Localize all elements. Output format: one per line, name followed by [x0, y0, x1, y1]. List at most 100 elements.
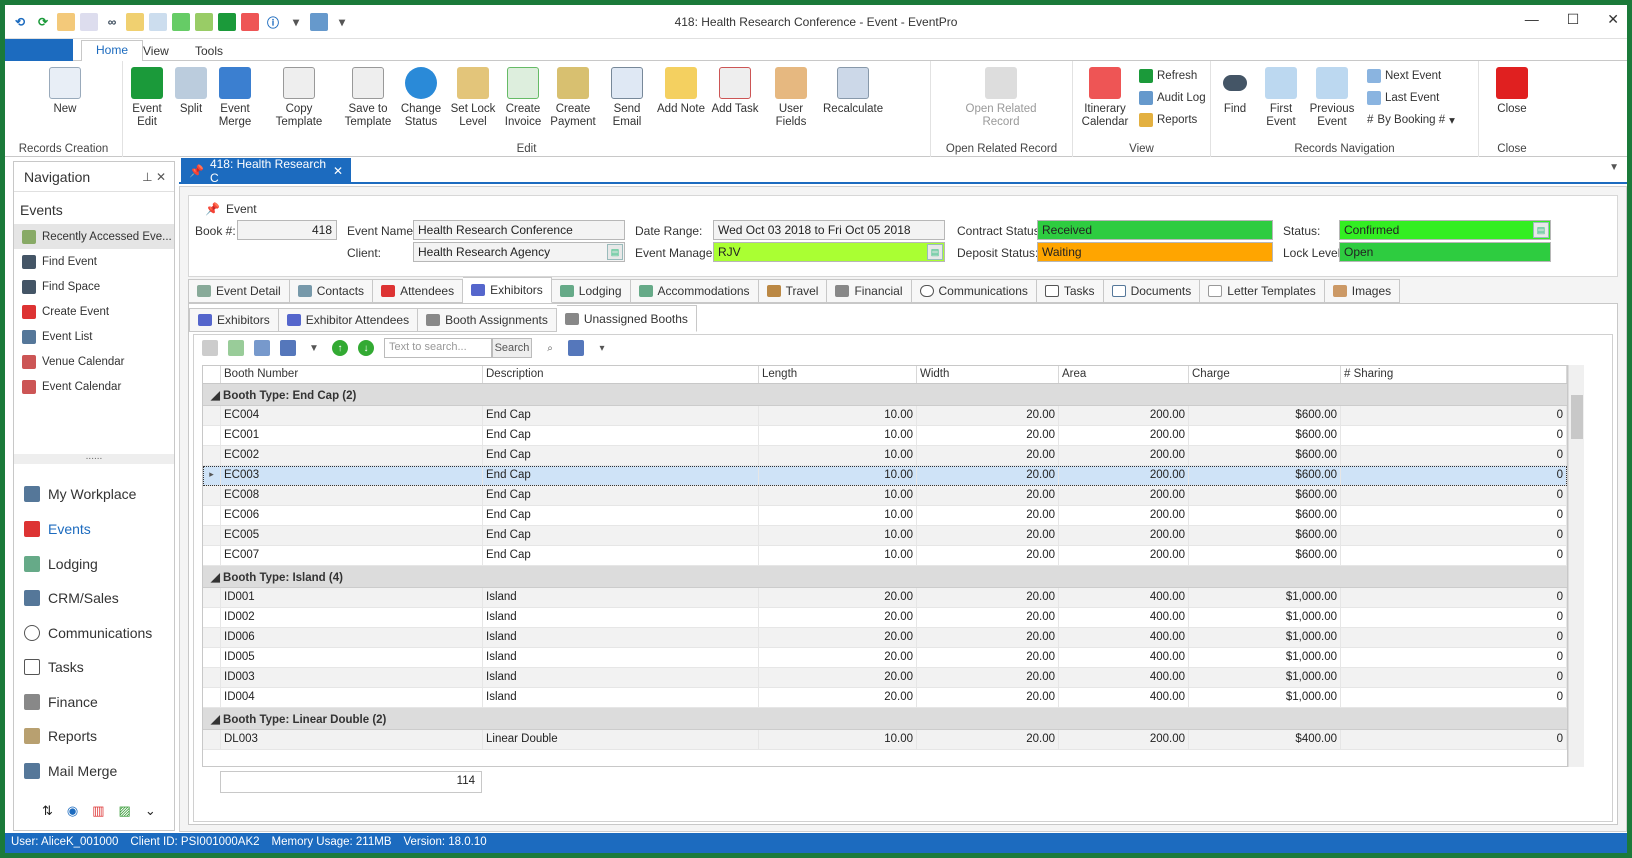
tab-exhibitors[interactable]: Exhibitors [463, 277, 552, 303]
tab-tasks[interactable]: Tasks [1036, 279, 1104, 303]
col-length[interactable]: Length [759, 366, 917, 383]
col-booth-number[interactable]: Booth Number [221, 366, 483, 383]
print-icon[interactable] [568, 340, 584, 356]
table-row[interactable]: ID004 Island 20.00 20.00 400.00 $1,000.00 0 [203, 688, 1567, 708]
columns-icon[interactable] [228, 340, 244, 356]
group-row-end-cap[interactable]: ◢ Booth Type: End Cap (2) [203, 384, 1567, 406]
col-charge[interactable]: Charge [1189, 366, 1341, 383]
status-field[interactable]: Confirmed ▤ [1339, 220, 1551, 240]
nav-item-create-event[interactable]: Create Event [14, 299, 174, 324]
add-task-button[interactable]: Add Task [711, 67, 759, 116]
nav-lodging[interactable]: Lodging [14, 546, 174, 581]
tab-letter-templates[interactable]: Letter Templates [1200, 279, 1325, 303]
table-row[interactable]: EC006 End Cap 10.00 20.00 200.00 $600.00 0 [203, 506, 1567, 526]
by-booking-button[interactable]: # By Booking # ▾ [1367, 113, 1455, 127]
document-tab-event[interactable]: 📌 418: Health Research C ✕ [181, 157, 351, 185]
app-menu-button[interactable] [5, 39, 73, 61]
table-row-selected[interactable]: ▸ EC003 End Cap 10.00 20.00 200.00 $600.00 0 [203, 466, 1567, 486]
audit-log-button[interactable]: Audit Log [1139, 91, 1206, 105]
event-name-field[interactable]: Health Research Conference [413, 220, 625, 240]
tab-documents[interactable]: Documents [1103, 279, 1201, 303]
nav-splitter[interactable]: ...... [14, 452, 174, 464]
filter-icon[interactable]: ▼ [306, 340, 322, 356]
recalculate-button[interactable]: Recalculate [823, 67, 883, 116]
nav-events[interactable]: Events [14, 511, 174, 546]
table-row[interactable]: EC004 End Cap 10.00 20.00 200.00 $600.00 0 [203, 406, 1567, 426]
move-down-icon[interactable]: ↓ [358, 340, 374, 356]
tab-view[interactable]: View [129, 42, 183, 60]
open-related-record-button[interactable]: Open Related Record [951, 67, 1051, 129]
tab-travel[interactable]: Travel [758, 279, 828, 303]
sort-icon[interactable]: ⇅ [42, 803, 53, 819]
export-icon[interactable] [254, 340, 270, 356]
new-button[interactable]: New [43, 67, 87, 116]
find-icon[interactable]: ⌕ [542, 340, 558, 356]
nav-communications[interactable]: Communications [14, 615, 174, 650]
close-window-icon[interactable]: ✕ [1607, 11, 1619, 28]
subtab-booth-assignments[interactable]: Booth Assignments [418, 308, 557, 332]
maximize-icon[interactable]: ☐ [1567, 11, 1580, 28]
first-event-button[interactable]: First Event [1261, 67, 1301, 129]
set-lock-level-button[interactable]: Set Lock Level [449, 67, 497, 129]
tab-accommodations[interactable]: Accommodations [630, 279, 759, 303]
tab-financial[interactable]: Financial [827, 279, 912, 303]
book-number-field[interactable]: 418 [237, 220, 337, 240]
close-tab-icon[interactable]: ✕ [333, 164, 343, 178]
copy-icon[interactable] [280, 340, 296, 356]
event-manager-field[interactable]: RJV ▤ [713, 242, 945, 262]
table-row[interactable]: DL003 Linear Double 10.00 20.00 200.00 $400.0… [203, 730, 1567, 750]
col-description[interactable]: Description [483, 366, 759, 383]
tab-event-detail[interactable]: Event Detail [188, 279, 290, 303]
date-range-field[interactable]: Wed Oct 03 2018 to Fri Oct 05 2018 [713, 220, 945, 240]
group-row-linear-double[interactable]: ◢ Booth Type: Linear Double (2) [203, 708, 1567, 730]
nav-item-find-space[interactable]: Find Space [14, 274, 174, 299]
contract-status-field[interactable]: Received [1037, 220, 1273, 240]
send-email-button[interactable]: Send Email [601, 67, 653, 129]
reports-button[interactable]: Reports [1139, 113, 1197, 127]
globe-icon[interactable]: ◉ [67, 803, 78, 819]
lookup-icon[interactable]: ▤ [927, 244, 943, 260]
search-input[interactable]: Text to search... [384, 338, 492, 358]
table-row[interactable]: EC008 End Cap 10.00 20.00 200.00 $600.00 0 [203, 486, 1567, 506]
nav-item-venue-calendar[interactable]: Venue Calendar [14, 349, 174, 374]
last-event-button[interactable]: Last Event [1367, 91, 1439, 105]
tab-attendees[interactable]: Attendees [373, 279, 464, 303]
table-row[interactable]: EC005 End Cap 10.00 20.00 200.00 $600.00 0 [203, 526, 1567, 546]
next-event-button[interactable]: Next Event [1367, 69, 1441, 83]
event-edit-button[interactable]: Event Edit [129, 67, 165, 129]
close-button[interactable]: Close [1489, 67, 1535, 116]
lookup-icon[interactable]: ▤ [607, 244, 623, 260]
add-note-button[interactable]: Add Note [657, 67, 705, 116]
tab-images[interactable]: Images [1324, 279, 1401, 303]
move-up-icon[interactable]: ↑ [332, 340, 348, 356]
subtab-exhibitors[interactable]: Exhibitors [189, 308, 279, 332]
itinerary-calendar-button[interactable]: Itinerary Calendar [1079, 67, 1131, 129]
nav-item-recently-accessed[interactable]: Recently Accessed Eve... [14, 224, 174, 249]
client-field[interactable]: Health Research Agency ▤ [413, 242, 625, 262]
tab-tools[interactable]: Tools [181, 42, 237, 60]
nav-reports[interactable]: Reports [14, 718, 174, 753]
tab-communications[interactable]: Communications [911, 279, 1037, 303]
chevron-down-icon[interactable]: ⌄ [145, 803, 156, 819]
bar-chart-icon[interactable]: ▥ [92, 803, 104, 819]
nav-crm-sales[interactable]: CRM/Sales [14, 580, 174, 615]
copy-template-button[interactable]: Copy Template [261, 67, 337, 129]
table-row[interactable]: EC001 End Cap 10.00 20.00 200.00 $600.00 0 [203, 426, 1567, 446]
subtab-unassigned-booths[interactable]: Unassigned Booths [556, 305, 697, 332]
table-row[interactable]: ID002 Island 20.00 20.00 400.00 $1,000.00 0 [203, 608, 1567, 628]
create-payment-button[interactable]: Create Payment [549, 67, 597, 129]
col-area[interactable]: Area [1059, 366, 1189, 383]
split-button[interactable]: Split [173, 67, 209, 116]
scroll-thumb[interactable] [1571, 395, 1583, 439]
nav-item-event-list[interactable]: Event List [14, 324, 174, 349]
vertical-scrollbar[interactable] [1568, 365, 1584, 767]
lookup-icon[interactable]: ▤ [1533, 222, 1549, 238]
col-sharing[interactable]: # Sharing [1341, 366, 1567, 383]
table-row[interactable]: ID006 Island 20.00 20.00 400.00 $1,000.00 0 [203, 628, 1567, 648]
chevron-down-icon[interactable]: ▼ [1609, 162, 1619, 173]
table-row[interactable]: EC007 End Cap 10.00 20.00 200.00 $600.00 0 [203, 546, 1567, 566]
nav-my-workplace[interactable]: My Workplace [14, 476, 174, 511]
previous-event-button[interactable]: Previous Event [1307, 67, 1357, 129]
create-invoice-button[interactable]: Create Invoice [501, 67, 545, 129]
table-row[interactable]: ID005 Island 20.00 20.00 400.00 $1,000.00 0 [203, 648, 1567, 668]
